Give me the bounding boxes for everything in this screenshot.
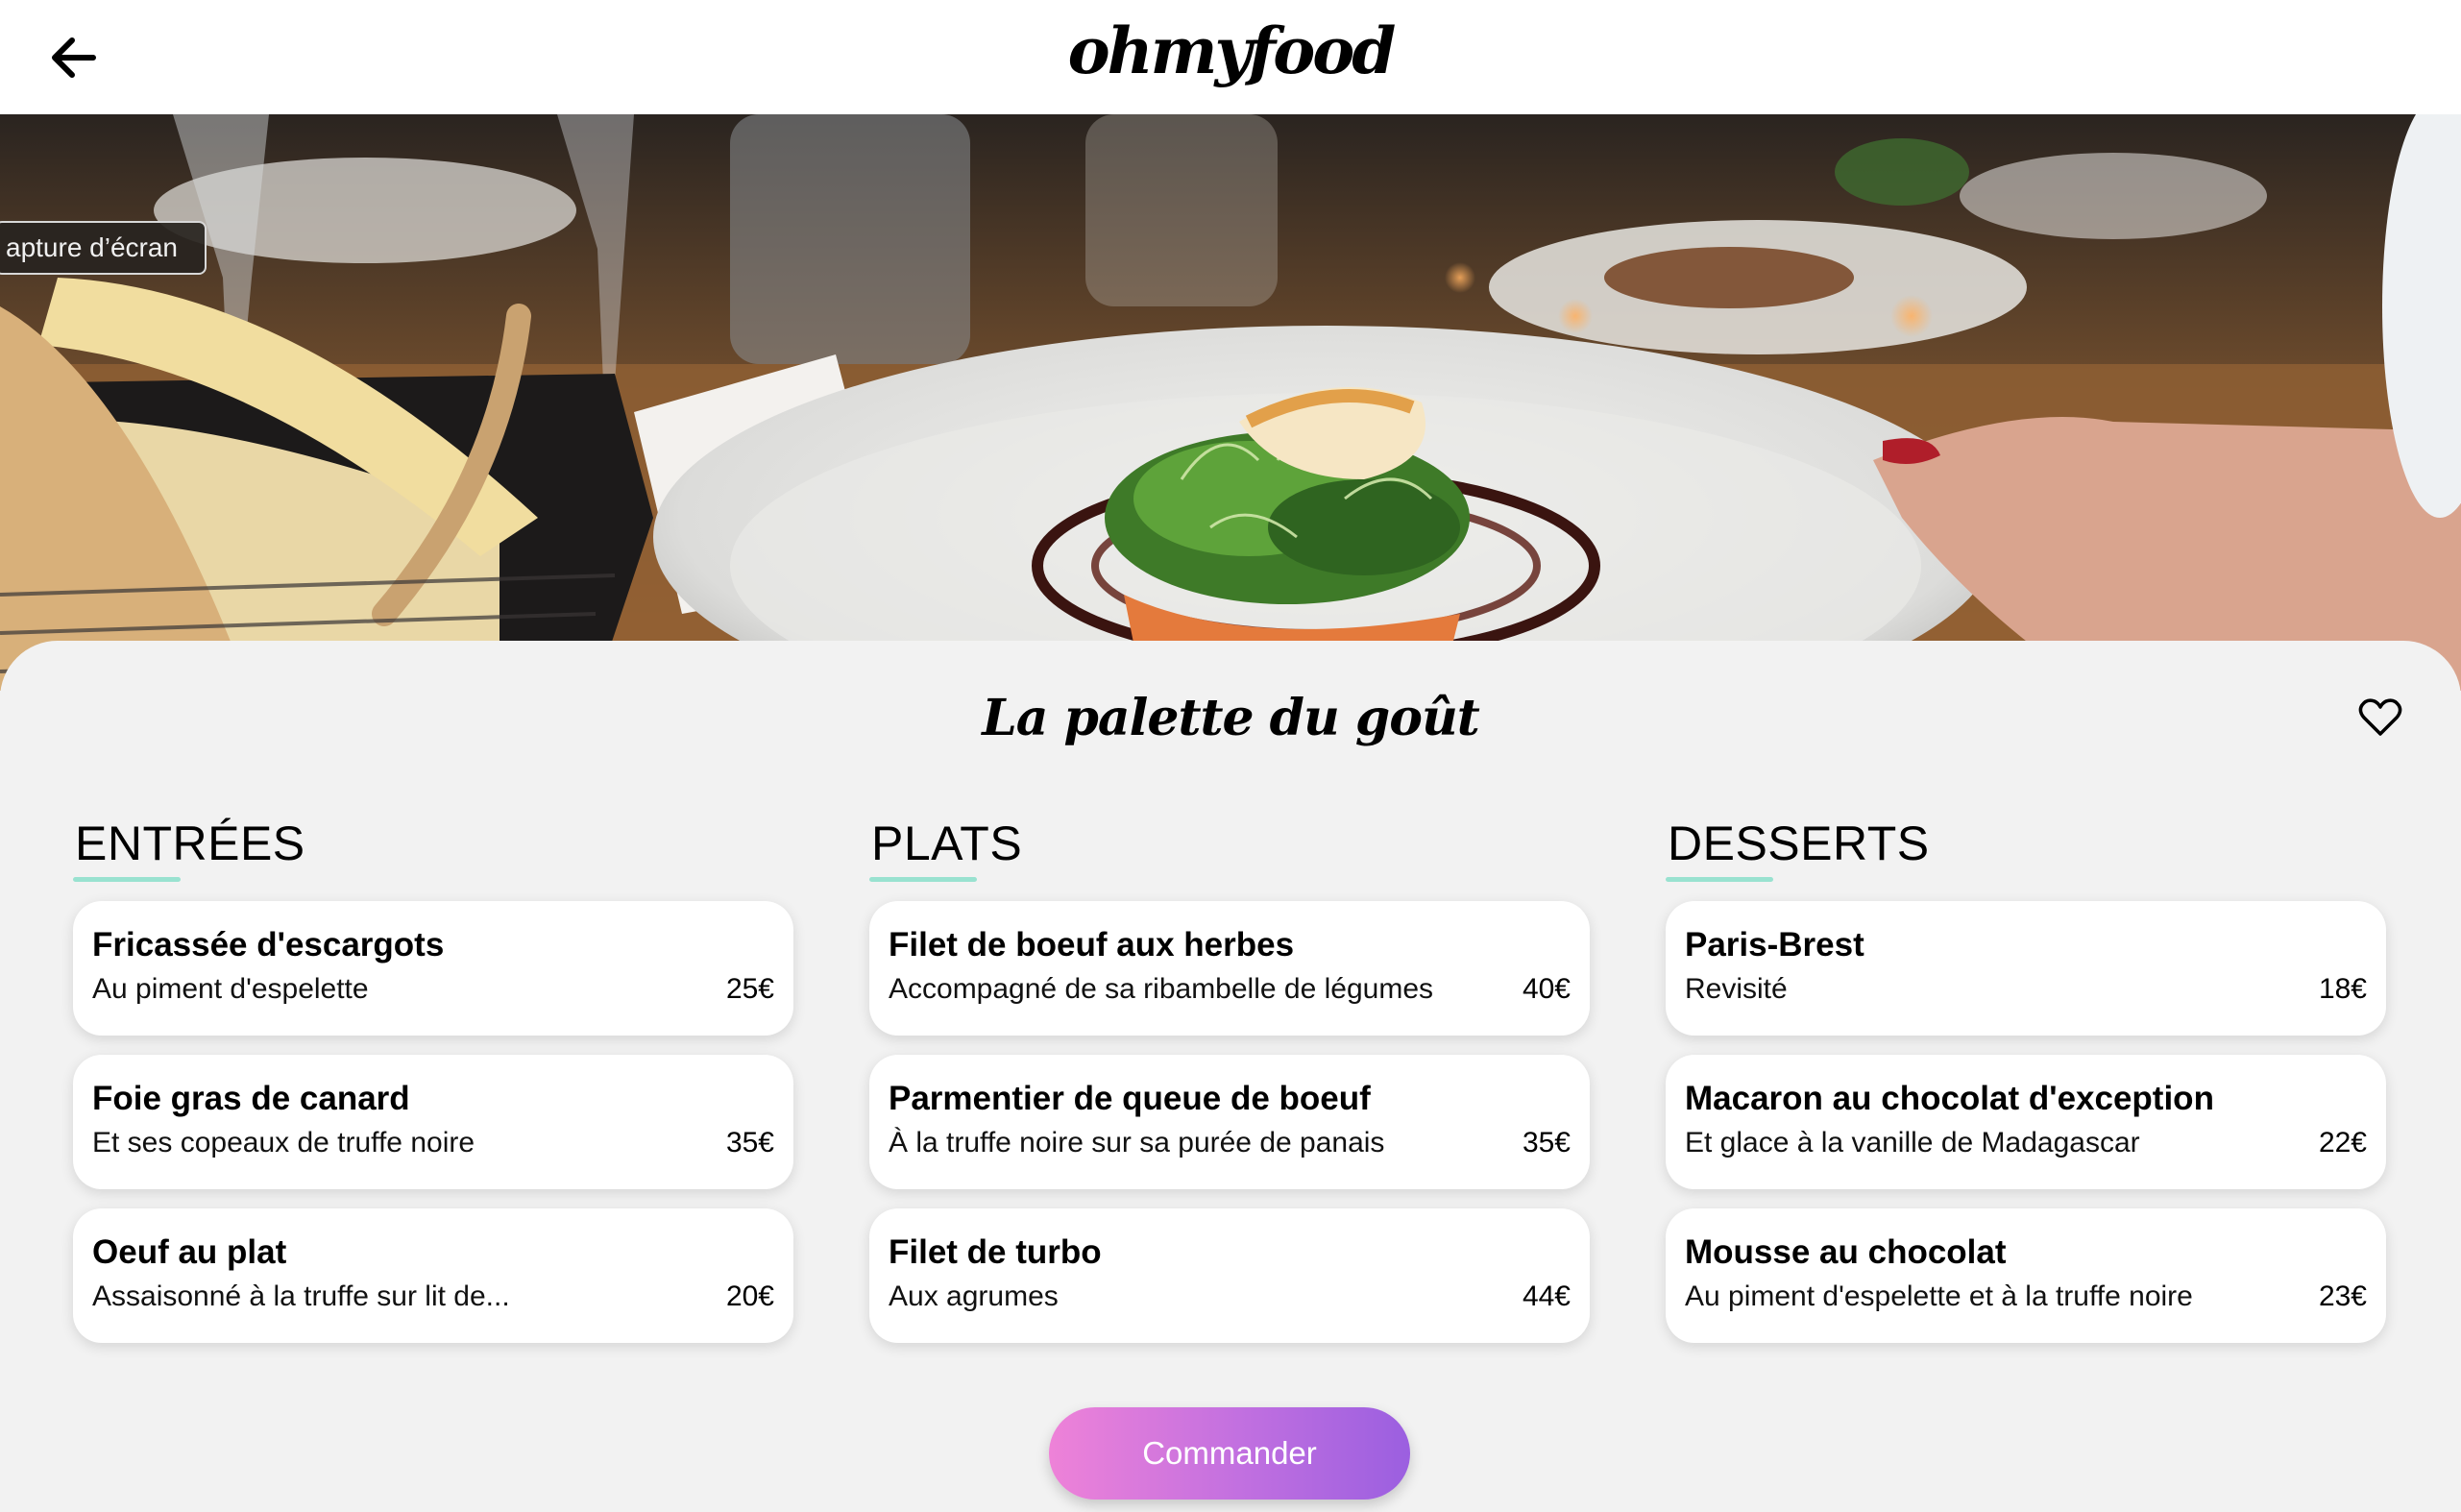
dish-name: Parmentier de queue de boeuf bbox=[889, 1080, 1371, 1117]
dish-name: Filet de turbo bbox=[889, 1233, 1102, 1271]
dish-price: 22€ bbox=[2318, 1127, 2367, 1158]
favorite-button[interactable] bbox=[2353, 691, 2407, 744]
app-logo[interactable]: ohmyfood bbox=[0, 13, 2461, 88]
dish-description: Revisité bbox=[1685, 973, 1788, 1005]
dish-description: Accompagné de sa ribambelle de légumes bbox=[889, 973, 1433, 1005]
dish-description: Au piment d'espelette bbox=[92, 973, 369, 1005]
hero-image: apture d’écran bbox=[0, 114, 2461, 691]
dish-card[interactable]: Filet de boeuf aux herbes Accompagné de … bbox=[869, 901, 1590, 1036]
dish-price: 35€ bbox=[1522, 1127, 1571, 1158]
screenshot-overlay-badge[interactable]: apture d’écran bbox=[0, 221, 207, 275]
section-underline bbox=[869, 877, 977, 882]
dish-price: 40€ bbox=[1522, 973, 1571, 1005]
dish-name: Oeuf au plat bbox=[92, 1233, 287, 1271]
menu-section-entrees: ENTRÉES Fricassée d'escargots Au piment … bbox=[73, 816, 793, 1343]
dish-price: 18€ bbox=[2318, 973, 2367, 1005]
dish-card[interactable]: Parmentier de queue de boeuf À la truffe… bbox=[869, 1055, 1590, 1189]
restaurant-name: La palette du goût bbox=[982, 689, 1480, 747]
dish-card[interactable]: Fricassée d'escargots Au piment d'espele… bbox=[73, 901, 793, 1036]
dish-description: Au piment d'espelette et à la truffe noi… bbox=[1685, 1280, 2193, 1312]
menu-card: La palette du goût ENTRÉES Fricassée d'e… bbox=[0, 641, 2461, 1512]
dish-name: Fricassée d'escargots bbox=[92, 926, 445, 963]
section-title: ENTRÉES bbox=[75, 817, 305, 870]
dish-name: Mousse au chocolat bbox=[1685, 1233, 2007, 1271]
section-underline bbox=[73, 877, 181, 882]
menu-section-desserts: DESSERTS Paris-Brest Revisité 18€ Macaro… bbox=[1666, 816, 2386, 1343]
app-header: ohmyfood bbox=[0, 0, 2461, 114]
heart-outline-icon bbox=[2358, 698, 2402, 736]
dish-card[interactable]: Foie gras de canard Et ses copeaux de tr… bbox=[73, 1055, 793, 1189]
restaurant-page: ohmyfood apture d’écran La palette du go… bbox=[0, 0, 2461, 1512]
dish-card[interactable]: Macaron au chocolat d'exception Et glace… bbox=[1666, 1055, 2386, 1189]
menu-section-plats: PLATS Filet de boeuf aux herbes Accompag… bbox=[869, 816, 1590, 1343]
order-button[interactable]: Commander bbox=[1049, 1407, 1410, 1500]
dish-description: Assaisonné à la truffe sur lit de... bbox=[92, 1280, 510, 1312]
dish-price: 23€ bbox=[2318, 1280, 2367, 1312]
dish-name: Foie gras de canard bbox=[92, 1080, 410, 1117]
dish-name: Macaron au chocolat d'exception bbox=[1685, 1080, 2214, 1117]
dish-price: 20€ bbox=[725, 1280, 774, 1312]
dish-card[interactable]: Filet de turbo Aux agrumes 44€ bbox=[869, 1208, 1590, 1343]
dish-card[interactable]: Paris-Brest Revisité 18€ bbox=[1666, 901, 2386, 1036]
dish-card[interactable]: Mousse au chocolat Au piment d'espelette… bbox=[1666, 1208, 2386, 1343]
dish-name: Filet de boeuf aux herbes bbox=[889, 926, 1295, 963]
dish-price: 44€ bbox=[1522, 1280, 1571, 1312]
dish-description: Aux agrumes bbox=[889, 1280, 1059, 1312]
dish-card[interactable]: Oeuf au plat Assaisonné à la truffe sur … bbox=[73, 1208, 793, 1343]
dish-name: Paris-Brest bbox=[1685, 926, 1864, 963]
dish-price: 25€ bbox=[725, 973, 774, 1005]
dish-description: Et ses copeaux de truffe noire bbox=[92, 1127, 475, 1158]
section-title: DESSERTS bbox=[1668, 817, 1930, 870]
dish-description: Et glace à la vanille de Madagascar bbox=[1685, 1127, 2140, 1158]
dish-description: À la truffe noire sur sa purée de panais bbox=[889, 1127, 1385, 1158]
section-title: PLATS bbox=[871, 817, 1023, 870]
section-underline bbox=[1666, 877, 1773, 882]
dish-price: 35€ bbox=[725, 1127, 774, 1158]
